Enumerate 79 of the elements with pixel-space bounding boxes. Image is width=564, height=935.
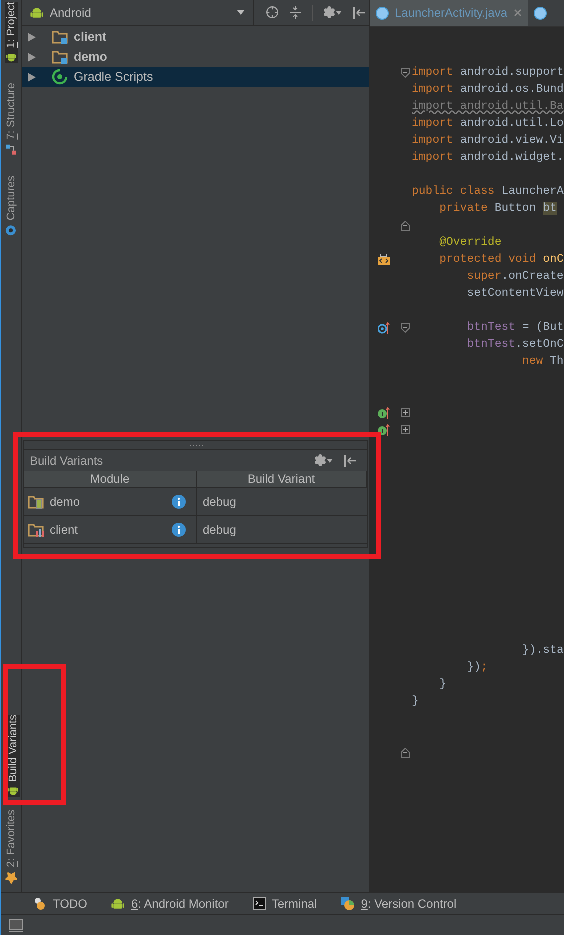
version-control-icon (341, 896, 356, 910)
folder-icon (28, 522, 44, 536)
locate-icon[interactable] (266, 6, 279, 19)
tree-item[interactable]: client (22, 27, 369, 47)
android-icon (30, 6, 44, 20)
tool-window-tab[interactable]: 1: Project (4, 2, 18, 64)
tool-window-button[interactable]: 9: Version Control (341, 894, 457, 912)
tool-window-tab[interactable]: 2: Favorites (4, 810, 18, 884)
expand-arrow-icon[interactable] (28, 52, 36, 62)
code-line: }); (466, 660, 488, 676)
code-line: btnTest = (But (466, 320, 564, 336)
code-line: setContentView (466, 286, 564, 302)
class-icon (376, 6, 389, 20)
folder-icon (52, 50, 68, 64)
code-line: import android.os.Bund (411, 82, 564, 98)
expand-icon[interactable] (400, 408, 410, 417)
hide-icon[interactable] (352, 6, 366, 18)
star-icon (4, 871, 18, 884)
settings-icon[interactable] (323, 6, 342, 19)
fold-icon[interactable] (400, 220, 410, 230)
code-line: public class LauncherA (411, 184, 564, 200)
override-icon[interactable] (378, 254, 390, 266)
panel-title: Build Variants (30, 452, 104, 470)
code-line: protected void onC (438, 252, 564, 268)
variant-cell[interactable]: debug (197, 516, 367, 544)
code-line: import android.view.Vi (411, 132, 564, 149)
fold-icon[interactable] (400, 68, 410, 78)
code-line: import android.widget. (411, 150, 564, 166)
target-icon[interactable] (378, 322, 390, 334)
column-header[interactable]: Build Variant (197, 471, 367, 488)
info-icon[interactable] (172, 522, 186, 536)
code-line: import android.util.Ba (411, 98, 564, 115)
code-line: }).sta (521, 642, 564, 659)
tree-item[interactable]: Gradle Scripts (22, 67, 369, 87)
code-line: private Button bt (438, 200, 557, 217)
variant-cell[interactable]: debug (197, 488, 367, 516)
tool-window-tab[interactable]: 7: Structure (4, 83, 18, 156)
todo-icon (33, 896, 47, 910)
android-icon (8, 786, 19, 798)
collapse-icon[interactable] (289, 6, 302, 19)
implements-icon[interactable] (378, 424, 390, 436)
hide-icon[interactable] (343, 454, 357, 466)
folder-icon (52, 30, 68, 44)
tool-window-tab[interactable]: Captures (4, 176, 18, 237)
tool-window-button[interactable]: TODO (33, 894, 88, 912)
code-line: btnTest.setOnC (466, 336, 564, 353)
module-cell: demo (24, 488, 197, 516)
class-icon (534, 6, 546, 20)
structure-icon (5, 144, 17, 156)
implements-icon[interactable] (378, 406, 390, 418)
window-icon[interactable] (9, 918, 23, 932)
android-icon (111, 896, 126, 910)
gradle-icon (52, 69, 68, 85)
tool-window-button[interactable]: 6: Android Monitor (111, 894, 229, 912)
fold-icon[interactable] (400, 322, 410, 332)
expand-arrow-icon[interactable] (28, 32, 36, 42)
terminal-icon (252, 897, 266, 910)
tree-item[interactable]: demo (22, 47, 369, 67)
code-line: super.onCreate (466, 268, 564, 285)
settings-icon[interactable] (314, 454, 333, 467)
info-icon[interactable] (172, 494, 186, 508)
android-icon (6, 52, 16, 64)
folder-icon (28, 494, 44, 508)
fold-icon[interactable] (400, 748, 410, 758)
caret-icon[interactable] (237, 10, 245, 15)
code-line: } (438, 676, 447, 693)
expand-icon[interactable] (400, 425, 410, 434)
module-cell: client (24, 516, 197, 544)
tool-window-tab[interactable]: Build Variants (7, 715, 20, 798)
view-dropdown[interactable]: Android (22, 0, 254, 25)
code-line: new Th (521, 354, 564, 370)
code-line: import android.support (411, 64, 564, 81)
expand-arrow-icon[interactable] (28, 72, 36, 82)
code-line: } (411, 694, 419, 710)
code-line: import android.util.Lo (411, 116, 564, 132)
code-line: @Override (438, 234, 502, 251)
camera-icon (5, 225, 17, 237)
tool-window-button[interactable]: Terminal (252, 894, 318, 912)
column-header[interactable]: Module (24, 471, 197, 488)
